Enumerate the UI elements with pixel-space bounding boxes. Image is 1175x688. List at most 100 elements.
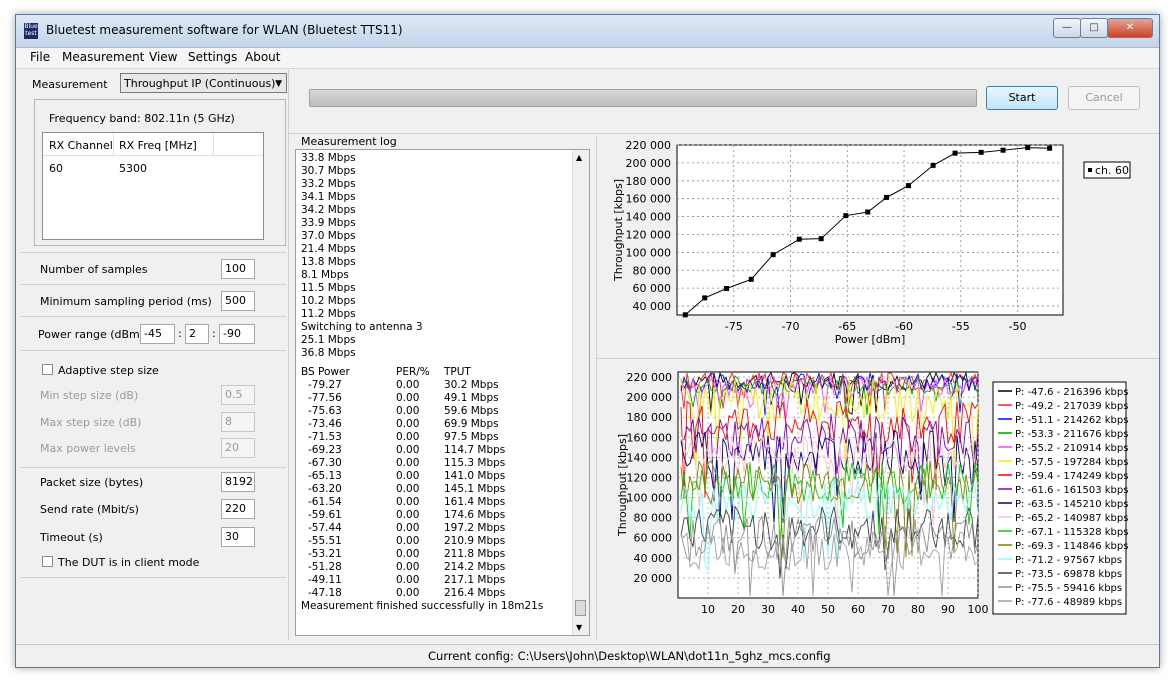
- log-table-cell: 115.3 Mbps: [444, 457, 506, 469]
- menu-view[interactable]: View: [149, 50, 177, 64]
- log-table-cell: 211.8 Mbps: [444, 548, 506, 560]
- status-config-text: Current config: C:\Users\John\Desktop\WL…: [428, 649, 831, 663]
- divider: [21, 350, 286, 351]
- log-table-cell: 216.4 Mbps: [444, 587, 506, 599]
- legend-label: P: -71.2 - 97567 kbps: [1015, 555, 1122, 566]
- data-point: [843, 213, 849, 219]
- cancel-button[interactable]: Cancel: [1068, 86, 1140, 110]
- legend-label: P: -61.6 - 161503 kbps: [1015, 485, 1128, 496]
- log-table-cell: 0.00: [396, 561, 420, 573]
- log-table-cell: 0.00: [396, 483, 420, 495]
- log-table-cell: -77.56: [308, 392, 342, 404]
- column-divider: [213, 133, 214, 155]
- data-point: [770, 252, 776, 258]
- send-rate-input[interactable]: 220: [221, 499, 255, 519]
- client-mode-label: The DUT is in client mode: [58, 556, 200, 569]
- log-scrollbar[interactable]: ▲ ▼: [572, 150, 589, 635]
- timeout-input[interactable]: 30: [221, 527, 255, 547]
- divider: [21, 252, 286, 253]
- y-tick-label: 200 000: [626, 157, 672, 170]
- column-header-rx-freq: RX Freq [MHz]: [119, 139, 197, 152]
- y-tick-label: 120 000: [626, 228, 672, 241]
- y-tick-label: 220 000: [626, 139, 672, 152]
- scroll-down-icon[interactable]: ▼: [576, 623, 582, 632]
- log-line: 33.9 Mbps: [301, 217, 356, 229]
- data-point: [884, 194, 890, 200]
- log-table-cell: -47.18: [308, 587, 342, 599]
- max-levels-input[interactable]: 20: [221, 438, 255, 458]
- y-tick-label: 180 000: [626, 175, 672, 188]
- x-tick-label: -75: [725, 320, 743, 333]
- max-levels-label: Max power levels: [40, 442, 136, 455]
- power-stop-input[interactable]: -90: [219, 324, 255, 344]
- log-table-cell: -49.11: [308, 574, 342, 586]
- log-table-cell: -79.27: [308, 379, 342, 391]
- channel-table[interactable]: RX Channel RX Freq [MHz] 60 5300: [42, 132, 264, 240]
- menu-about[interactable]: About: [245, 50, 280, 64]
- adaptive-step-checkbox[interactable]: [42, 364, 53, 375]
- log-table-cell: -51.28: [308, 561, 342, 573]
- power-step-input[interactable]: 2: [185, 324, 209, 344]
- y-tick-label: 120 000: [627, 471, 673, 484]
- log-table-cell: 0.00: [396, 379, 420, 391]
- log-line: 10.2 Mbps: [301, 295, 356, 307]
- x-tick-label: 90: [941, 603, 955, 616]
- y-tick-label: 80 000: [633, 264, 672, 277]
- x-tick-label: -60: [895, 320, 913, 333]
- legend-label: P: -47.6 - 216396 kbps: [1015, 387, 1128, 398]
- power-start-input[interactable]: -45: [140, 324, 175, 344]
- measurement-log[interactable]: 33.8 Mbps 30.7 Mbps 33.2 Mbps 34.1 Mbps 34.2…: [295, 149, 590, 636]
- legend-label: P: -73.5 - 69878 kbps: [1015, 569, 1122, 580]
- log-table-cell: 174.6 Mbps: [444, 509, 506, 521]
- log-table-cell: 217.1 Mbps: [444, 574, 506, 586]
- client-mode-checkbox[interactable]: [42, 556, 53, 567]
- scroll-up-icon[interactable]: ▲: [576, 153, 582, 162]
- min-step-input[interactable]: 0.5: [221, 385, 255, 405]
- x-tick-label: -65: [838, 320, 856, 333]
- title-bar: Blue test Bluetest measurement software …: [16, 15, 1159, 48]
- y-tick-label: 40 000: [634, 552, 673, 565]
- log-table-cell: 214.2 Mbps: [444, 561, 506, 573]
- menu-settings[interactable]: Settings: [188, 50, 237, 64]
- log-table-cell: -65.13: [308, 470, 342, 482]
- y-tick-label: 40 000: [633, 300, 672, 313]
- window-title: Bluetest measurement software for WLAN (…: [46, 23, 403, 37]
- log-line: 11.5 Mbps: [301, 282, 356, 294]
- log-table-cell: 210.9 Mbps: [444, 535, 506, 547]
- log-line: 33.8 Mbps: [301, 152, 356, 164]
- samples-input[interactable]: 100: [221, 259, 255, 279]
- y-tick-label: 160 000: [626, 193, 672, 206]
- log-line: 36.8 Mbps: [301, 347, 356, 359]
- packet-size-input[interactable]: 8192: [221, 472, 255, 492]
- timeout-label: Timeout (s): [40, 531, 103, 544]
- log-table-cell: 114.7 Mbps: [444, 444, 506, 456]
- measurement-select[interactable]: Throughput IP (Continuous) ▼: [120, 73, 287, 93]
- progress-bar: [309, 89, 977, 107]
- minimize-button[interactable]: —: [1053, 18, 1081, 38]
- log-table-cell: 0.00: [396, 587, 420, 599]
- start-button[interactable]: Start: [986, 86, 1058, 110]
- menu-measurement[interactable]: Measurement: [62, 50, 144, 64]
- data-point: [682, 312, 688, 318]
- divider: [288, 133, 1159, 134]
- divider: [21, 577, 286, 578]
- log-table-cell: 49.1 Mbps: [444, 392, 499, 404]
- maximize-button[interactable]: □: [1080, 18, 1108, 38]
- divider: [21, 284, 286, 285]
- data-point: [905, 183, 911, 189]
- log-table-cell: 0.00: [396, 522, 420, 534]
- data-point: [952, 150, 958, 156]
- min-period-input[interactable]: 500: [221, 291, 255, 311]
- data-point: [1025, 145, 1031, 151]
- y-axis-label: Throughput [kbps]: [616, 434, 629, 537]
- max-step-input[interactable]: 8: [221, 412, 255, 432]
- log-table-cell: 30.2 Mbps: [444, 379, 499, 391]
- samples-label: Number of samples: [40, 263, 148, 276]
- menu-file[interactable]: File: [30, 50, 50, 64]
- log-line: 37.0 Mbps: [301, 230, 356, 242]
- scroll-thumb[interactable]: [575, 600, 586, 616]
- close-button[interactable]: ✕: [1107, 18, 1153, 38]
- log-table-cell: -63.20: [308, 483, 342, 495]
- y-axis-label: Throughput [kbps]: [612, 179, 625, 282]
- log-table-cell: -73.46: [308, 418, 342, 430]
